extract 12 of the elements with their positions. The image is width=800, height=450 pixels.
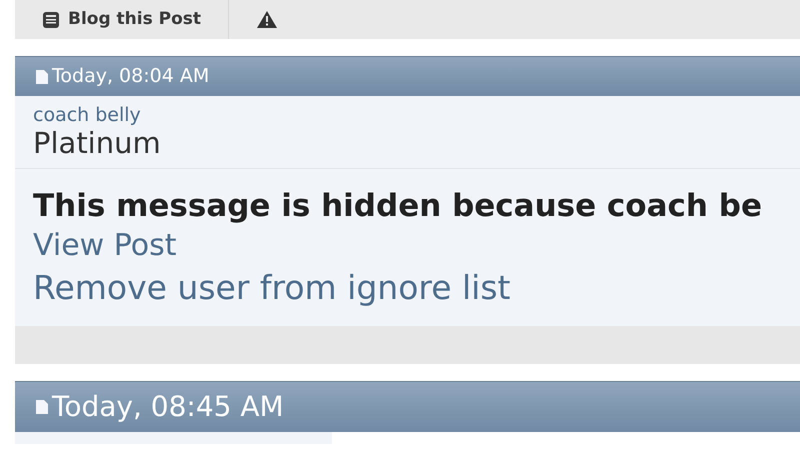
blog-post-button[interactable]: Blog this Post — [15, 0, 230, 39]
remove-ignore-link[interactable]: Remove user from ignore list — [33, 266, 510, 311]
warning-icon — [256, 10, 278, 29]
user-rank: Platinum — [33, 128, 162, 160]
document-icon — [35, 398, 49, 415]
blog-icon — [42, 10, 60, 28]
document-icon — [35, 68, 49, 84]
post-date: Today, 08:45 AM — [52, 388, 284, 425]
view-post-link[interactable]: View Post — [33, 226, 176, 266]
hidden-notice: This message is hidden because coach be — [33, 186, 763, 226]
post-date: Today, 08:04 AM — [52, 64, 210, 90]
username-link[interactable]: coach belly — [33, 104, 141, 126]
